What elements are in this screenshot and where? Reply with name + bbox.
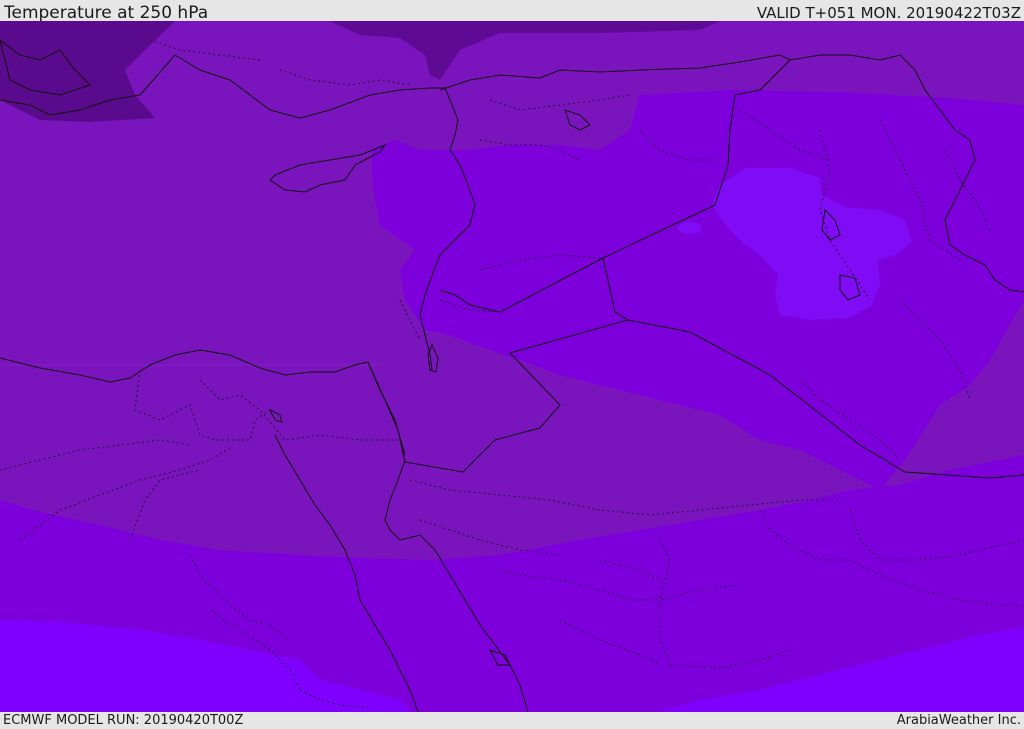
model-run-label: ECMWF MODEL RUN: 20190420T00Z [3, 713, 244, 728]
valid-time: VALID T+051 MON. 20190422T03Z [756, 4, 1021, 22]
warm-spot-small [678, 222, 702, 234]
map-title: Temperature at 250 hPa [4, 3, 209, 23]
temperature-map [0, 21, 1024, 712]
footer-bar: ECMWF MODEL RUN: 20190420T00Z ArabiaWeat… [0, 712, 1024, 729]
credit-label: ArabiaWeather Inc. [896, 713, 1021, 728]
map-area [0, 21, 1024, 712]
header-bar: Temperature at 250 hPa VALID T+051 MON. … [0, 0, 1024, 23]
